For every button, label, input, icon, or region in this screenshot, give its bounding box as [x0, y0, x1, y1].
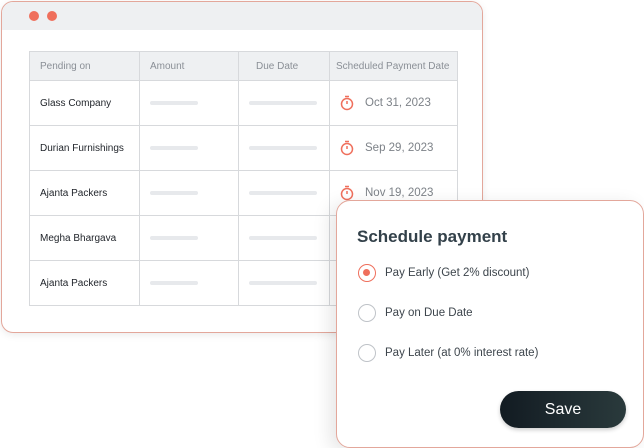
pending-on-name: Glass Company	[40, 97, 112, 109]
pending-on-name: Ajanta Packers	[40, 277, 108, 289]
stopwatch-icon	[340, 95, 354, 111]
radio-pay-on-due-date[interactable]	[358, 304, 376, 322]
amount-placeholder	[150, 236, 198, 240]
amount-placeholder	[150, 281, 198, 285]
header-amount: Amount	[150, 60, 185, 72]
pending-on-name: Ajanta Packers	[40, 187, 108, 199]
due-date-placeholder	[249, 191, 317, 195]
option-pay-on-due-date[interactable]: Pay on Due Date	[358, 304, 473, 322]
header-scheduled-date: Scheduled Payment Date	[336, 60, 450, 72]
table-header: Pending on Amount Due Date Scheduled Pay…	[30, 52, 457, 81]
due-date-placeholder	[249, 146, 317, 150]
window-close-dot[interactable]	[29, 11, 39, 21]
schedule-payment-dialog: Schedule payment Pay Early (Get 2% disco…	[336, 200, 644, 448]
option-pay-early[interactable]: Pay Early (Get 2% discount)	[358, 264, 529, 282]
dialog-title: Schedule payment	[357, 227, 508, 246]
radio-pay-early[interactable]	[358, 264, 376, 282]
amount-placeholder	[150, 101, 198, 105]
option-pay-later[interactable]: Pay Later (at 0% interest rate)	[358, 344, 538, 362]
header-pending-on: Pending on	[40, 60, 91, 72]
amount-placeholder	[150, 191, 198, 195]
option-label: Pay on Due Date	[385, 307, 473, 319]
option-label: Pay Later (at 0% interest rate)	[385, 347, 539, 359]
pending-on-name: Durian Furnishings	[40, 142, 124, 154]
pending-on-name: Megha Bhargava	[40, 232, 117, 244]
header-due-date: Due Date	[256, 60, 299, 72]
scheduled-date: Nov 19, 2023	[365, 187, 434, 199]
window-titlebar	[2, 2, 482, 30]
due-date-placeholder	[249, 281, 317, 285]
radio-pay-later[interactable]	[358, 344, 376, 362]
scheduled-date: Sep 29, 2023	[365, 142, 434, 154]
save-button[interactable]: Save	[500, 391, 626, 428]
option-label: Pay Early (Get 2% discount)	[385, 267, 530, 279]
window-minimize-dot[interactable]	[47, 11, 57, 21]
due-date-placeholder	[249, 101, 317, 105]
table-row[interactable]: Glass Company Oct 31, 2023	[30, 81, 457, 126]
scheduled-date: Oct 31, 2023	[365, 97, 431, 109]
due-date-placeholder	[249, 236, 317, 240]
amount-placeholder	[150, 146, 198, 150]
table-row[interactable]: Durian Furnishings Sep 29, 2023	[30, 126, 457, 171]
stopwatch-icon	[340, 140, 354, 156]
stopwatch-icon	[340, 185, 354, 201]
